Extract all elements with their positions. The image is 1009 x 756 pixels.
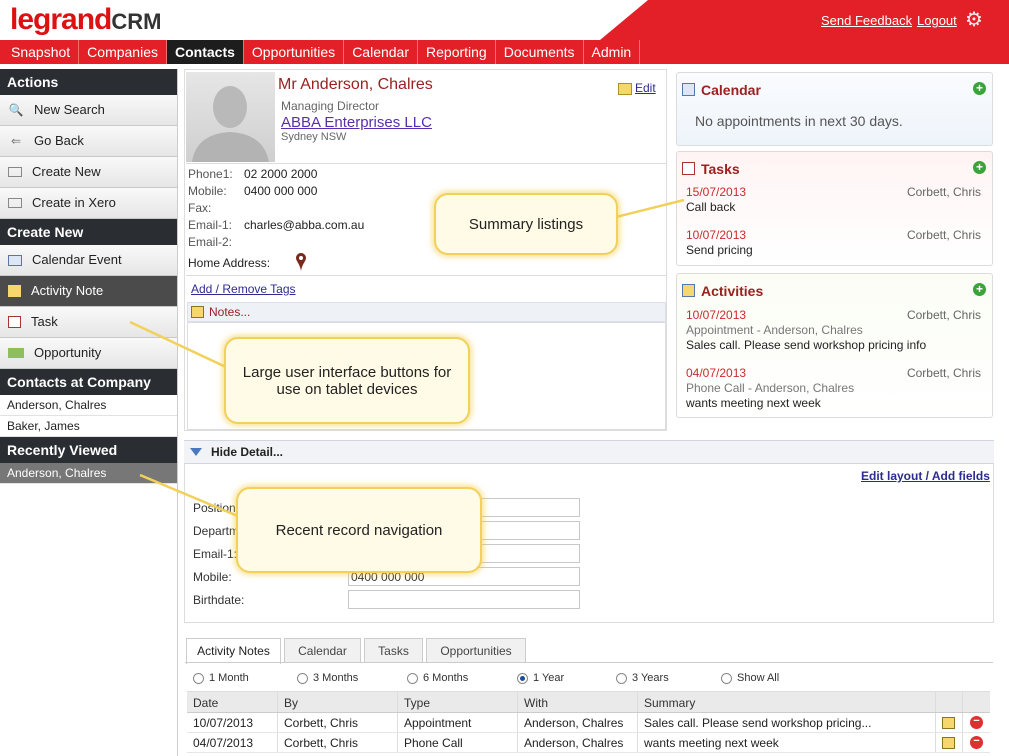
callout-large-buttons: Large user interface buttons for use on …: [224, 337, 470, 424]
pointer-summary: [611, 198, 685, 220]
callout-summary-listings: Summary listings: [434, 193, 618, 255]
pointer-large-buttons: [129, 320, 229, 370]
pointer-recent: [139, 473, 241, 519]
callout-recent-navigation: Recent record navigation: [236, 487, 482, 573]
callout-pointers: [129, 198, 685, 519]
